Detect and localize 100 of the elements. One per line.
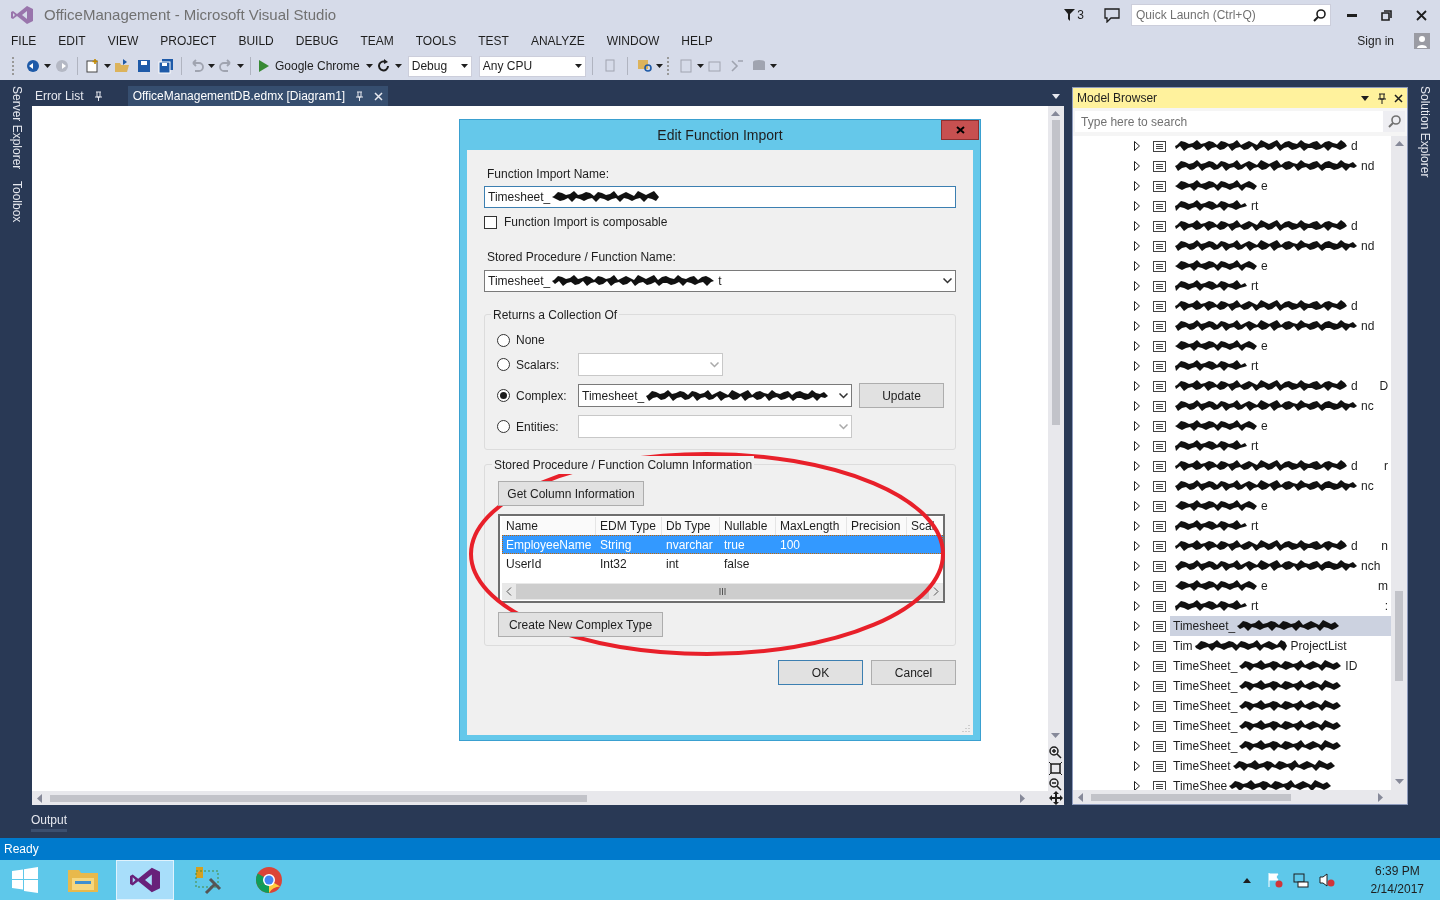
tree-item[interactable]: e — [1170, 416, 1392, 436]
update-button[interactable]: Update — [859, 383, 944, 408]
tree-item[interactable]: d D — [1170, 376, 1392, 396]
menu-item[interactable]: WINDOW — [595, 32, 671, 50]
tree-item[interactable]: d n — [1170, 536, 1392, 556]
menu-item[interactable]: PROJECT — [149, 32, 228, 50]
scrollbar-thumb[interactable] — [49, 794, 587, 802]
refresh-icon[interactable] — [375, 58, 392, 74]
checkbox[interactable] — [484, 215, 497, 229]
tree-item[interactable]: nch — [1170, 556, 1392, 576]
tree-item[interactable]: TimeSheet_ — [1170, 736, 1392, 756]
tree-item[interactable]: TimeShee — [1170, 776, 1392, 790]
column-header[interactable]: Nullable — [720, 517, 776, 535]
tree-item[interactable]: rt — [1170, 276, 1392, 296]
user-avatar-icon[interactable] — [1414, 33, 1430, 49]
menu-item[interactable]: VIEW — [96, 32, 150, 50]
close-icon[interactable] — [1416, 9, 1427, 21]
close-button[interactable] — [941, 120, 979, 140]
complex-type-dropdown[interactable]: Timesheet_ — [578, 384, 852, 407]
menu-item[interactable]: ANALYZE — [519, 32, 596, 50]
input-field[interactable]: Timesheet_ — [484, 186, 956, 208]
tree-item[interactable]: rt — [1170, 436, 1392, 456]
tree-item[interactable]: e — [1170, 336, 1392, 356]
scroll-down-icon[interactable] — [1394, 779, 1404, 784]
tree-item[interactable]: nc — [1170, 476, 1392, 496]
tree-item[interactable]: rt — [1170, 516, 1392, 536]
scroll-right-icon[interactable] — [1019, 793, 1025, 803]
tree-item[interactable]: nd — [1170, 316, 1392, 336]
sign-in-link[interactable]: Sign in — [1357, 32, 1394, 50]
tree-item[interactable]: e — [1170, 256, 1392, 276]
feedback-icon[interactable] — [1104, 7, 1120, 23]
clock-time[interactable]: 6:39 PM — [1374, 862, 1420, 880]
column-header[interactable]: Precision — [847, 517, 907, 535]
start-debugging-button[interactable]: Google Chrome — [257, 57, 362, 75]
tree-item[interactable]: d — [1170, 296, 1392, 316]
search-icon[interactable] — [1387, 115, 1401, 128]
side-tab[interactable]: Toolbox — [3, 181, 26, 223]
radio-button[interactable] — [497, 420, 510, 433]
tree-item[interactable]: Timesheet_ — [1170, 616, 1392, 636]
column-header[interactable]: EDM Type — [596, 517, 662, 535]
scroll-left-icon[interactable] — [1078, 792, 1084, 802]
search-field[interactable]: Type here to search — [1075, 111, 1406, 132]
tree-item[interactable]: TimeSheet_ — [1170, 676, 1392, 696]
pin-icon[interactable] — [1378, 92, 1387, 104]
clock-date[interactable]: 2/14/2017 — [1370, 880, 1424, 898]
scroll-left-icon[interactable] — [36, 793, 42, 803]
platform-dropdown[interactable]: Any CPU — [478, 55, 586, 77]
filter-icon[interactable] — [1064, 9, 1076, 21]
tree-item[interactable]: d — [1170, 136, 1392, 156]
menu-item[interactable]: TOOLS — [404, 32, 468, 50]
tree-item[interactable]: TimeSheet — [1170, 756, 1392, 776]
notification-count[interactable]: 3 — [1077, 6, 1084, 24]
procedure-dropdown[interactable]: Timesheet_ t — [484, 270, 956, 292]
scroll-up-icon[interactable] — [1394, 141, 1404, 146]
scroll-right-icon[interactable] — [1378, 792, 1384, 802]
scroll-up-icon[interactable] — [1051, 111, 1061, 116]
radio-button[interactable] — [497, 333, 510, 347]
scrollbar-thumb[interactable] — [516, 584, 929, 599]
column-header[interactable]: MaxLength — [776, 517, 847, 535]
document-tab[interactable]: Error List — [29, 86, 108, 106]
save-all-icon[interactable] — [158, 58, 174, 74]
pan-icon[interactable] — [1048, 791, 1063, 805]
menu-item[interactable]: DEBUG — [284, 32, 350, 50]
network-icon[interactable] — [1292, 872, 1309, 888]
tree-item[interactable]: e — [1170, 176, 1392, 196]
tree-item[interactable]: rt : — [1170, 596, 1392, 616]
create-complex-type-button[interactable]: Create New Complex Type — [498, 612, 663, 637]
back-icon[interactable] — [25, 58, 41, 74]
close-icon[interactable] — [1394, 93, 1404, 103]
get-column-information-button[interactable]: Get Column Information — [498, 481, 644, 506]
menu-item[interactable]: TEST — [467, 32, 520, 50]
save-icon[interactable] — [136, 58, 152, 74]
tree-item[interactable]: e m — [1170, 576, 1392, 596]
restore-icon[interactable] — [1381, 9, 1392, 21]
zoom-out-icon[interactable] — [1049, 778, 1063, 791]
tree-item[interactable]: nd — [1170, 236, 1392, 256]
flag-icon[interactable] — [1266, 872, 1283, 888]
scrollbar-thumb[interactable] — [1051, 120, 1060, 425]
tree-item[interactable]: d — [1170, 216, 1392, 236]
scroll-down-icon[interactable] — [1051, 733, 1061, 738]
fit-icon[interactable] — [1049, 762, 1063, 775]
tree-item[interactable]: rt — [1170, 196, 1392, 216]
quick-launch-field[interactable]: Quick Launch (Ctrl+Q) — [1131, 4, 1331, 26]
column-header[interactable]: Name — [502, 517, 596, 535]
menu-item[interactable]: FILE — [0, 32, 48, 50]
tree-item[interactable]: nc — [1170, 396, 1392, 416]
tree-item[interactable]: TimeSheet_ ID — [1170, 656, 1392, 676]
resize-grip-icon[interactable] — [962, 724, 970, 732]
tree-item[interactable]: TimeSheet_ — [1170, 716, 1392, 736]
zoom-in-icon[interactable] — [1049, 746, 1063, 759]
output-tab[interactable]: Output — [30, 811, 67, 832]
tree-item[interactable]: nd — [1170, 156, 1392, 176]
menu-item[interactable]: HELP — [670, 32, 724, 50]
dialog-button[interactable]: Cancel — [871, 660, 956, 685]
tree-item[interactable]: Tim ProjectList — [1170, 636, 1392, 656]
scrollbar-thumb[interactable] — [1091, 793, 1292, 801]
configuration-dropdown[interactable]: Debug — [407, 55, 472, 77]
visual-studio-button[interactable] — [116, 860, 174, 900]
table-row[interactable]: UserId Int32 int false — [502, 554, 943, 573]
new-project-icon[interactable] — [85, 58, 101, 74]
